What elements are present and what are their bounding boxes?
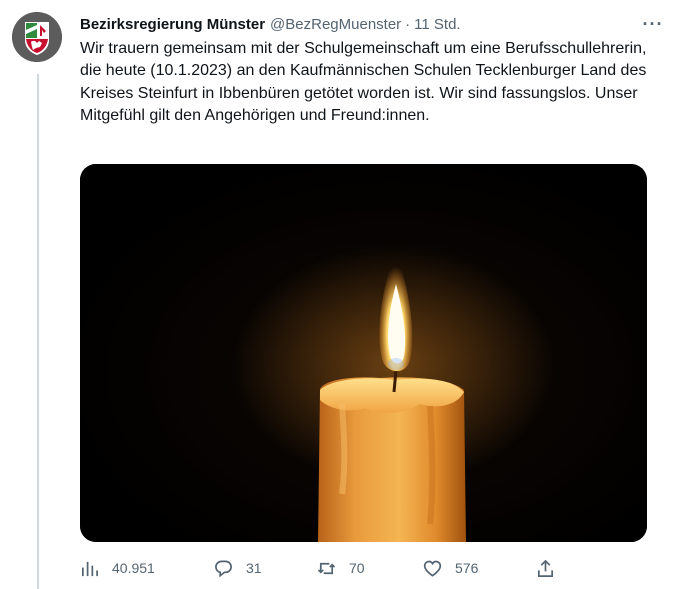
timestamp[interactable]: 11 Std. bbox=[414, 16, 460, 33]
share-button[interactable] bbox=[536, 556, 555, 580]
analytics-icon bbox=[81, 561, 98, 576]
nrw-coat-of-arms-icon bbox=[12, 12, 62, 62]
user-handle[interactable]: @BezRegMuenster bbox=[270, 16, 401, 33]
tweet-image[interactable] bbox=[80, 164, 647, 542]
tweet-text: Wir trauern gemeinsam mit der Schulgemei… bbox=[80, 40, 647, 125]
more-icon: ··· bbox=[642, 13, 664, 34]
avatar[interactable] bbox=[12, 12, 62, 62]
like-button[interactable]: 576 bbox=[423, 556, 478, 580]
display-name[interactable]: Bezirksregierung Münster bbox=[80, 16, 265, 33]
retweet-count: 70 bbox=[349, 560, 365, 576]
tweet-actions: 40.951 31 70 576 bbox=[80, 556, 580, 580]
views-count: 40.951 bbox=[112, 560, 155, 576]
reply-count: 31 bbox=[246, 560, 262, 576]
reply-icon bbox=[215, 560, 232, 577]
candle-image bbox=[80, 164, 647, 542]
separator-dot: · bbox=[405, 15, 411, 33]
reply-button[interactable]: 31 bbox=[214, 556, 262, 580]
retweet-icon bbox=[317, 562, 336, 574]
like-count: 576 bbox=[455, 560, 479, 576]
more-options-button[interactable]: ··· bbox=[638, 13, 668, 35]
retweet-button[interactable]: 70 bbox=[317, 556, 365, 580]
views-button[interactable]: 40.951 bbox=[80, 556, 155, 580]
share-icon bbox=[537, 559, 554, 577]
heart-icon bbox=[423, 560, 442, 577]
thread-line bbox=[37, 74, 39, 589]
tweet-header: Bezirksregierung Münster @BezRegMuenster… bbox=[80, 13, 672, 35]
